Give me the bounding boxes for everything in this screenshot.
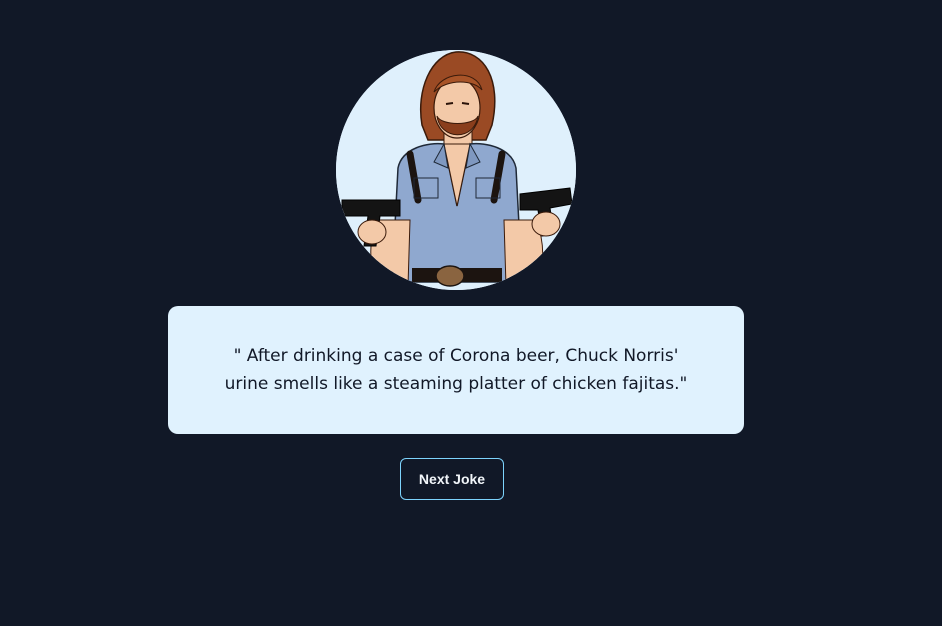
page: " After drinking a case of Corona beer, … [0,0,942,626]
joke-text: " After drinking a case of Corona beer, … [224,346,688,394]
next-joke-button[interactable]: Next Joke [400,458,504,500]
joke-card: " After drinking a case of Corona beer, … [168,306,744,434]
chuck-norris-illustration-icon [336,50,576,290]
avatar [336,50,576,290]
